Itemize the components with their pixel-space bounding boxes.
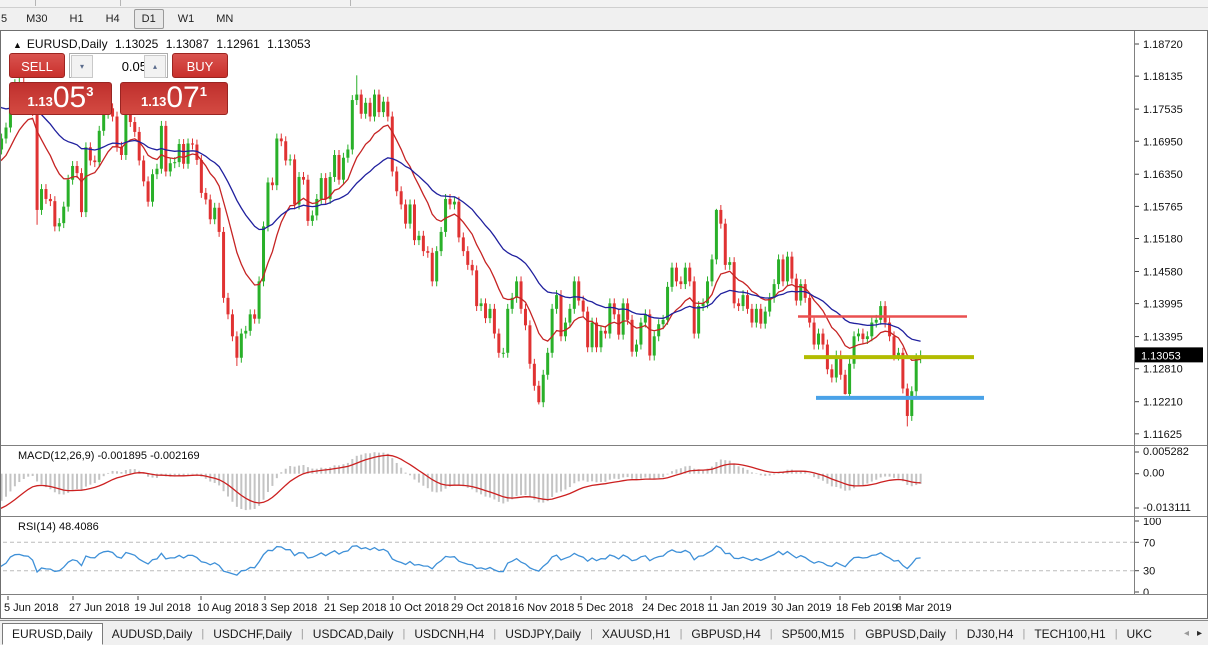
one-click-controls-row: SELL ▾ ▴ BUY [9, 53, 228, 78]
buy-button[interactable]: BUY [172, 53, 228, 78]
svg-text:8 Mar 2019: 8 Mar 2019 [896, 602, 952, 614]
svg-text:19 Jul 2018: 19 Jul 2018 [134, 602, 191, 614]
svg-text:1.13053: 1.13053 [1141, 350, 1181, 362]
symbol-tab-tech100-h1[interactable]: TECH100,H1 [1025, 624, 1114, 644]
svg-text:10 Aug 2018: 10 Aug 2018 [197, 602, 259, 614]
symbol-tab-usdjpy-daily[interactable]: USDJPY,Daily [496, 624, 590, 644]
buy-price-small: 1.13 [141, 94, 166, 109]
ohlc-low: 1.12961 [216, 37, 259, 51]
svg-text:1.18135: 1.18135 [1143, 71, 1183, 83]
timeframe-button-m30[interactable]: M30 [18, 9, 55, 29]
tabs-scroll-left-icon[interactable]: ◂ [1184, 628, 1189, 639]
svg-text:0.00: 0.00 [1143, 468, 1164, 480]
svg-text:1.13995: 1.13995 [1143, 299, 1183, 311]
toolbar-separator [120, 0, 121, 6]
svg-text:1.13395: 1.13395 [1143, 332, 1183, 344]
svg-text:1.15180: 1.15180 [1143, 234, 1183, 246]
volume-decrease-icon[interactable]: ▾ [71, 55, 93, 78]
macd-indicator-label: MACD(12,26,9) -0.001895 -0.002169 [18, 450, 200, 462]
timeframe-button-w1[interactable]: W1 [170, 9, 203, 29]
svg-text:-0.013111: -0.013111 [1143, 502, 1191, 514]
chart-ohlc-header: ▲ EURUSD,Daily 1.13025 1.13087 1.12961 1.… [13, 37, 315, 51]
upper-toolbar-edge [0, 0, 1208, 8]
symbol-tab-dj30-h4[interactable]: DJ30,H4 [958, 624, 1023, 644]
svg-text:70: 70 [1143, 537, 1155, 549]
rsi-indicator-label: RSI(14) 48.4086 [18, 521, 99, 533]
chart-window: 1.18720 1.18135 1.17535 1.16950 1.16350 1.157… [0, 30, 1208, 619]
ohlc-close: 1.13053 [267, 37, 310, 51]
svg-text:1.12810: 1.12810 [1143, 364, 1183, 376]
sell-price-tile[interactable]: 1.13 05 3 [9, 82, 112, 115]
volume-input[interactable] [93, 55, 149, 78]
symbol-tab-eurusd-daily[interactable]: EURUSD,Daily [2, 623, 103, 645]
symbol-tab-audusd-daily[interactable]: AUDUSD,Daily [103, 624, 202, 644]
svg-text:5 Dec 2018: 5 Dec 2018 [577, 602, 633, 614]
symbol-tab-ukc[interactable]: UKC [1118, 624, 1161, 644]
svg-text:1.18720: 1.18720 [1143, 39, 1183, 51]
svg-text:30: 30 [1143, 566, 1155, 578]
svg-text:5 Jun 2018: 5 Jun 2018 [4, 602, 58, 614]
svg-text:16 Nov 2018: 16 Nov 2018 [512, 602, 574, 614]
symbol-tab-bar: EURUSD,DailyAUDUSD,Daily|USDCHF,Daily|US… [0, 620, 1208, 645]
svg-text:30 Jan 2019: 30 Jan 2019 [771, 602, 832, 614]
svg-text:0: 0 [1143, 587, 1149, 599]
buy-price-tile[interactable]: 1.13 07 1 [120, 82, 228, 115]
sell-price-small: 1.13 [28, 94, 53, 109]
sell-price-big: 05 [53, 85, 86, 111]
sell-button[interactable]: SELL [9, 53, 65, 78]
svg-text:27 Jun 2018: 27 Jun 2018 [69, 602, 130, 614]
toolbar-separator [350, 0, 351, 6]
svg-text:1.16950: 1.16950 [1143, 136, 1183, 148]
svg-text:1.11625: 1.11625 [1143, 429, 1182, 441]
symbol-tab-gbpusd-h4[interactable]: GBPUSD,H4 [682, 624, 769, 644]
svg-text:21 Sep 2018: 21 Sep 2018 [324, 602, 386, 614]
symbol-tab-usdcnh-h4[interactable]: USDCNH,H4 [405, 624, 493, 644]
timeframe-button-h4[interactable]: H4 [98, 9, 128, 29]
buy-price-big: 07 [166, 85, 199, 111]
svg-text:24 Dec 2018: 24 Dec 2018 [642, 602, 704, 614]
volume-spinner: ▾ ▴ [69, 53, 168, 78]
collapse-triangle-icon[interactable]: ▲ [13, 40, 22, 50]
volume-increase-icon[interactable]: ▴ [144, 55, 166, 78]
symbol-tab-xauusd-h1[interactable]: XAUUSD,H1 [593, 624, 680, 644]
timeframe-button-mn[interactable]: MN [208, 9, 241, 29]
svg-text:1.15765: 1.15765 [1143, 201, 1183, 213]
mt4-application-window: 5 M30 H1 H4 D1 W1MN 1.18720 1.18135 1.17535 1.16… [0, 0, 1208, 645]
svg-text:1.17535: 1.17535 [1143, 104, 1183, 116]
svg-text:3 Sep 2018: 3 Sep 2018 [261, 602, 317, 614]
symbol-tab-usdchf-daily[interactable]: USDCHF,Daily [204, 624, 301, 644]
svg-text:1.14580: 1.14580 [1143, 266, 1183, 278]
timeframe-button-d1[interactable]: D1 [134, 9, 164, 29]
ohlc-open: 1.13025 [115, 37, 158, 51]
timeframe-toolbar: 5 M30 H1 H4 D1 W1MN [0, 8, 1208, 30]
toolbar-separator [35, 0, 36, 6]
svg-text:1.16350: 1.16350 [1143, 169, 1183, 181]
buy-price-sup: 1 [200, 84, 207, 99]
one-click-trading-panel: SELL ▾ ▴ BUY 1.13 05 3 1.13 07 1 [9, 53, 228, 142]
chart-symbol-label: EURUSD,Daily [27, 37, 108, 51]
svg-text:10 Oct 2018: 10 Oct 2018 [389, 602, 449, 614]
sell-price-sup: 3 [86, 84, 93, 99]
symbol-tab-sp500-m15[interactable]: SP500,M15 [773, 624, 854, 644]
timeframe-button-5[interactable]: 5 [0, 9, 12, 29]
svg-text:11 Jan 2019: 11 Jan 2019 [707, 602, 767, 614]
timeframe-button-h1[interactable]: H1 [62, 9, 92, 29]
svg-text:29 Oct 2018: 29 Oct 2018 [451, 602, 511, 614]
svg-text:1.12210: 1.12210 [1143, 397, 1183, 409]
svg-text:18 Feb 2019: 18 Feb 2019 [836, 602, 898, 614]
symbol-tab-gbpusd-daily[interactable]: GBPUSD,Daily [856, 624, 955, 644]
symbol-tab-usdcad-daily[interactable]: USDCAD,Daily [304, 624, 403, 644]
ohlc-high: 1.13087 [166, 37, 209, 51]
svg-text:0.005282: 0.005282 [1143, 446, 1189, 458]
tabs-scroll-right-icon[interactable]: ▸ [1197, 628, 1202, 639]
